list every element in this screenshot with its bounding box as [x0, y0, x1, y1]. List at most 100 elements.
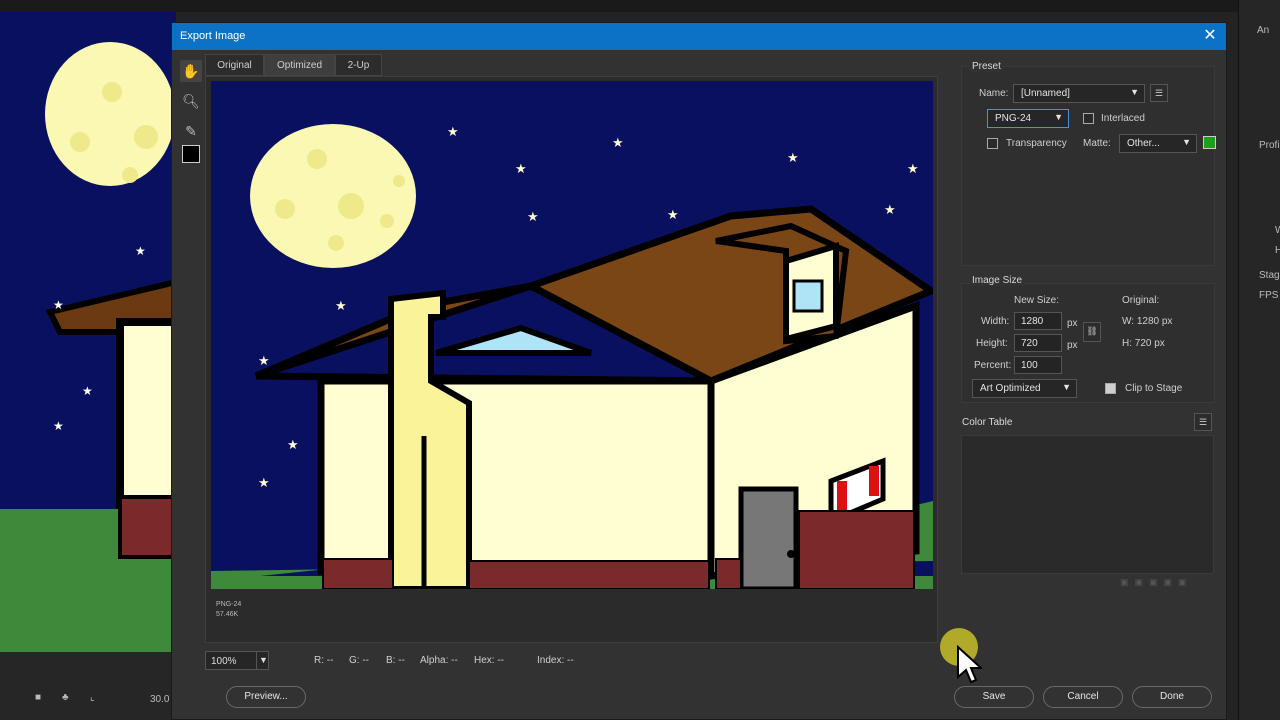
graph-icon[interactable]: ⌞ — [90, 692, 95, 703]
hand-icon[interactable]: ✋ — [180, 60, 202, 82]
readout-r: R: -- — [314, 655, 334, 666]
app-top-bar — [0, 0, 1240, 12]
timeline-frame-value: 30.0 — [150, 694, 170, 705]
percent-label: Percent: — [974, 360, 1012, 371]
matte-value: Other... — [1127, 138, 1160, 149]
done-button[interactable]: Done — [1132, 686, 1212, 708]
panel-label-fps: FPS — [1259, 290, 1279, 301]
width-unit: px — [1067, 318, 1078, 329]
svg-text:★: ★ — [884, 202, 896, 217]
matte-color-swatch[interactable] — [1203, 136, 1216, 149]
preview-image[interactable]: ★ ★ ★ ★ ★ ★ ★ ★ ★ ★ ★ ★ — [211, 81, 933, 589]
timeline-panel: ■ ♣ ⌞ 30.0 — [0, 652, 176, 720]
preview-format: PNG-24 — [216, 601, 242, 608]
svg-text:★: ★ — [53, 419, 64, 433]
tree-icon[interactable]: ♣ — [62, 692, 69, 703]
mouse-cursor-icon — [957, 645, 982, 684]
width-field[interactable]: 1280 — [1014, 312, 1062, 330]
transparency-label: Transparency — [1006, 138, 1067, 149]
interlaced-label: Interlaced — [1101, 113, 1145, 124]
interlaced-checkbox[interactable] — [1083, 113, 1094, 124]
readout-hex: Hex: -- — [474, 655, 504, 666]
svg-text:★: ★ — [258, 475, 270, 490]
format-value: PNG-24 — [995, 113, 1032, 124]
save-button[interactable]: Save — [954, 686, 1034, 708]
quality-value: Art Optimized — [980, 383, 1041, 394]
preview-info: PNG-24 57.46K — [216, 600, 241, 620]
preview-artwork: ★ ★ ★ ★ ★ ★ ★ ★ ★ ★ ★ ★ — [211, 81, 933, 589]
preset-title: Preset — [970, 61, 1003, 72]
percent-field[interactable]: 100 — [1014, 356, 1062, 374]
panel-label-w: W — [1275, 225, 1280, 236]
chevron-down-icon: ▼ — [1182, 137, 1191, 147]
svg-text:★: ★ — [447, 124, 459, 139]
svg-text:★: ★ — [53, 298, 64, 312]
readout-alpha: Alpha: -- — [420, 655, 458, 666]
color-table-title: Color Table — [962, 417, 1013, 428]
svg-text:★: ★ — [667, 207, 679, 222]
animate-logo-icon: An — [1257, 25, 1270, 36]
preset-name-select[interactable]: [Unnamed] ▼ — [1013, 84, 1145, 103]
matte-select[interactable]: Other... ▼ — [1119, 134, 1197, 153]
preset-name-value: [Unnamed] — [1021, 88, 1070, 99]
preset-menu-icon[interactable]: ☰ — [1150, 84, 1168, 102]
cancel-button[interactable]: Cancel — [1043, 686, 1123, 708]
matte-label: Matte: — [1083, 138, 1111, 149]
svg-text:★: ★ — [787, 150, 799, 165]
zoom-icon[interactable]: 🔍︎ — [180, 90, 202, 112]
original-label: Original: — [1122, 295, 1160, 306]
svg-text:★: ★ — [135, 244, 146, 258]
tab-2-up[interactable]: 2-Up — [335, 54, 382, 76]
clip-to-stage-label: Clip to Stage — [1125, 383, 1183, 394]
chevron-down-icon[interactable]: ▼ — [256, 652, 270, 669]
color-table-grid[interactable] — [961, 435, 1214, 574]
eyedropper-icon[interactable]: ✎ — [180, 120, 202, 142]
readout-index: Index: -- — [537, 655, 574, 666]
preset-name-label: Name: — [979, 88, 1009, 99]
svg-text:★: ★ — [82, 384, 93, 398]
chevron-down-icon: ▼ — [1054, 112, 1063, 122]
export-image-dialog: Export Image ✕ ✋ 🔍︎ ✎ Original Optimized… — [171, 22, 1227, 720]
format-select[interactable]: PNG-24 ▼ — [987, 109, 1069, 128]
svg-text:★: ★ — [612, 135, 624, 150]
zoom-value: 100% — [211, 656, 237, 667]
new-size-label: New Size: — [1014, 295, 1060, 306]
properties-panel: An Profil W H Stage FPS — [1238, 0, 1280, 720]
width-label: Width: — [981, 316, 1010, 327]
chevron-down-icon: ▼ — [1130, 87, 1139, 97]
svg-text:★: ★ — [907, 161, 919, 176]
clip-to-stage-checkbox[interactable] — [1105, 383, 1116, 394]
zoom-select[interactable]: 100% ▼ — [205, 651, 269, 670]
camera-icon[interactable]: ■ — [35, 692, 41, 703]
svg-text:★: ★ — [527, 209, 539, 224]
panel-label-stage: Stage — [1259, 270, 1280, 281]
close-icon[interactable]: ✕ — [1200, 26, 1220, 46]
link-icon[interactable]: ⛓ — [1083, 322, 1101, 342]
original-height: H: 720 px — [1122, 338, 1165, 349]
transparency-checkbox[interactable] — [987, 138, 998, 149]
preview-file-size: 57.46K — [216, 611, 239, 618]
svg-text:★: ★ — [287, 437, 299, 452]
height-field[interactable]: 720 — [1014, 334, 1062, 352]
color-swatch[interactable] — [182, 145, 200, 163]
color-table-actions-icon: ▣▣▣▣▣ — [1120, 577, 1193, 587]
original-width: W: 1280 px — [1122, 316, 1173, 327]
svg-text:★: ★ — [335, 298, 347, 313]
dialog-titlebar[interactable]: Export Image ✕ — [172, 23, 1226, 50]
quality-select[interactable]: Art Optimized ▼ — [972, 379, 1077, 398]
height-unit: px — [1067, 340, 1078, 351]
tab-optimized[interactable]: Optimized — [264, 54, 335, 76]
svg-text:★: ★ — [515, 161, 527, 176]
image-size-title: Image Size — [970, 275, 1025, 286]
background-stage-art: ★ ★ ★ ★ — [0, 12, 176, 652]
preview-button[interactable]: Preview... — [226, 686, 306, 708]
background-stage: ★ ★ ★ ★ — [0, 12, 176, 652]
chevron-down-icon: ▼ — [1062, 382, 1071, 392]
readout-g: G: -- — [349, 655, 369, 666]
dialog-title: Export Image — [180, 30, 246, 42]
tab-original[interactable]: Original — [205, 54, 264, 76]
panel-label-h: H — [1275, 245, 1280, 256]
color-table-menu-icon[interactable]: ☰ — [1194, 413, 1212, 431]
readout-b: B: -- — [386, 655, 405, 666]
svg-text:★: ★ — [258, 353, 270, 368]
